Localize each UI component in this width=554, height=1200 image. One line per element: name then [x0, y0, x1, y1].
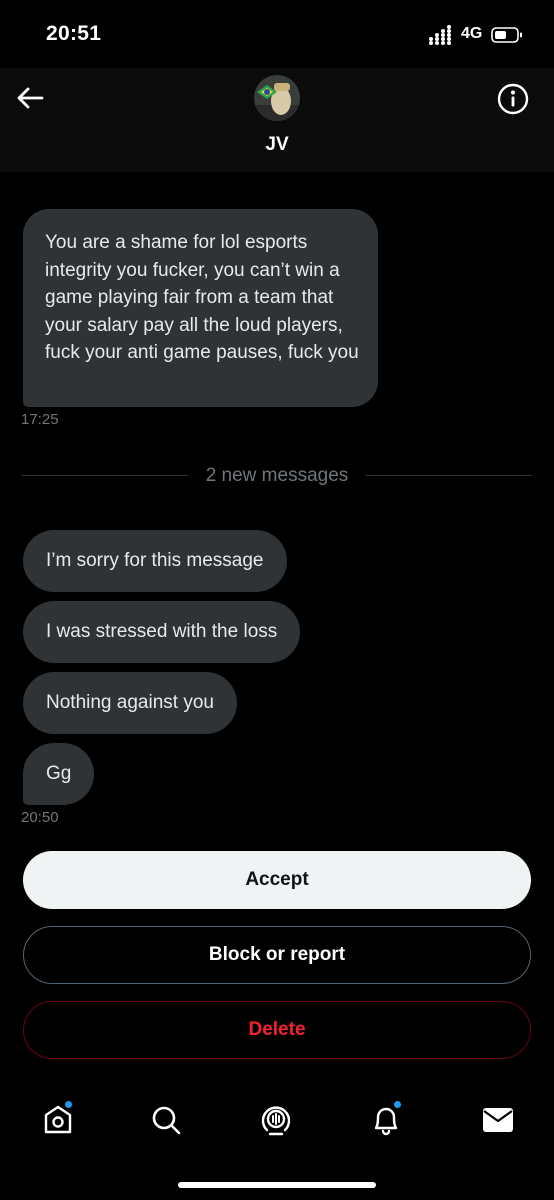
message-bubble[interactable]: Nothing against you [23, 672, 237, 734]
battery-icon [491, 27, 522, 43]
message-bubble[interactable]: You are a shame for lol esports integrit… [23, 209, 378, 407]
status-time: 20:51 [46, 22, 102, 45]
search-icon [152, 1106, 181, 1135]
contact-name: JV [265, 134, 289, 155]
nav-home[interactable] [38, 1100, 78, 1140]
spaces-icon [261, 1106, 291, 1136]
avatar[interactable] [254, 75, 300, 121]
nav-spaces[interactable] [256, 1100, 296, 1140]
info-button[interactable] [496, 82, 530, 116]
message-bubble[interactable]: Gg [23, 743, 95, 805]
divider-line-right [366, 475, 532, 476]
accept-button[interactable]: Accept [23, 851, 531, 909]
mail-icon [483, 1108, 513, 1132]
new-messages-divider: 2 new messages [205, 465, 349, 486]
avatar-image [254, 75, 300, 121]
block-or-report-button[interactable]: Block or report [23, 926, 531, 984]
signal-icon [429, 25, 451, 45]
notification-dot [393, 1100, 402, 1109]
message-bubble[interactable]: I was stressed with the loss [23, 601, 301, 663]
network-type: 4G [461, 25, 483, 42]
message-timestamp: 20:50 [21, 809, 59, 826]
conversation-header: JV [0, 68, 554, 172]
delete-button[interactable]: Delete [23, 1001, 531, 1059]
message-bubble[interactable]: I’m sorry for this message [23, 530, 287, 592]
notification-dot [64, 1100, 73, 1109]
nav-notifications[interactable] [366, 1100, 406, 1140]
message-timestamp: 17:25 [21, 411, 59, 428]
bottom-nav [0, 1080, 554, 1200]
info-icon [497, 83, 529, 115]
back-button[interactable] [14, 82, 46, 114]
nav-search[interactable] [146, 1100, 186, 1140]
status-bar: 20:51 4G [0, 0, 554, 68]
home-indicator [178, 1182, 376, 1188]
arrow-left-icon [17, 87, 44, 109]
nav-messages[interactable] [478, 1100, 518, 1140]
